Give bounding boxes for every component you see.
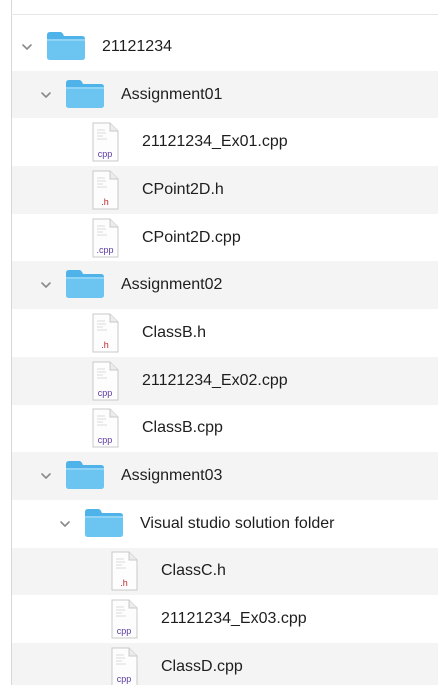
chevron-down-icon[interactable]	[59, 517, 71, 529]
cpp-file-icon: cpp	[90, 408, 120, 448]
folder-label: Assignment02	[121, 276, 223, 294]
file-label: ClassC.h	[161, 562, 226, 580]
file-row[interactable]: cpp ClassB.cpp	[12, 405, 438, 453]
file-extension-tag: cpp	[116, 626, 132, 637]
file-extension-tag: cpp	[97, 435, 113, 446]
chevron-down-icon[interactable]	[21, 40, 33, 52]
folder-row[interactable]: 21121234	[12, 23, 438, 71]
folder-icon	[65, 269, 105, 299]
folder-row[interactable]: Assignment02	[12, 261, 438, 310]
cpp-file-icon: cpp	[109, 647, 139, 685]
cpp-file-icon: cpp	[109, 599, 139, 639]
file-row[interactable]: cpp 21121234_Ex01.cpp	[12, 118, 438, 166]
file-row[interactable]: .h ClassC.h	[12, 547, 438, 596]
file-row[interactable]: cpp 21121234_Ex03.cpp	[12, 595, 438, 643]
file-label: CPoint2D.h	[142, 180, 224, 198]
file-label: 21121234_Ex03.cpp	[161, 610, 307, 628]
header-divider	[11, 14, 438, 15]
file-row[interactable]: cpp 21121234_Ex02.cpp	[12, 356, 438, 405]
file-label: ClassB.cpp	[142, 419, 223, 437]
file-extension-tag: cpp	[97, 149, 113, 160]
file-extension-tag: .h	[101, 339, 109, 350]
file-label: 21121234_Ex01.cpp	[142, 133, 288, 151]
folder-row[interactable]: Visual studio solution folder	[12, 500, 438, 548]
folder-icon	[65, 460, 105, 490]
file-row[interactable]: .cpp CPoint2D.cpp	[12, 214, 438, 262]
header-file-icon: .h	[90, 313, 120, 353]
file-extension-tag: .cpp	[96, 244, 114, 255]
header-file-icon: .h	[109, 551, 139, 591]
folder-row[interactable]: Assignment01	[12, 70, 438, 119]
folder-label: Assignment01	[121, 85, 223, 103]
file-tree: 21121234 Assignment01 cpp 21121234_Ex01.cpp…	[12, 23, 438, 685]
file-row[interactable]: .h CPoint2D.h	[12, 166, 438, 214]
folder-icon	[84, 508, 124, 538]
file-label: 21121234_Ex02.cpp	[142, 371, 288, 389]
chevron-down-icon[interactable]	[40, 88, 52, 100]
file-extension-tag: cpp	[116, 673, 132, 684]
folder-icon	[65, 79, 105, 109]
file-row[interactable]: .h ClassB.h	[12, 309, 438, 357]
header-file-icon: .h	[90, 170, 120, 210]
cpp-file-icon: .cpp	[90, 218, 120, 258]
folder-label: 21121234	[102, 37, 172, 55]
folder-icon	[46, 31, 86, 61]
file-label: ClassB.h	[142, 323, 207, 341]
folder-label: Assignment03	[121, 467, 223, 485]
folder-label: Visual studio solution folder	[140, 514, 335, 532]
file-extension-tag: .h	[120, 578, 128, 589]
cpp-file-icon: cpp	[90, 361, 120, 401]
cpp-file-icon: cpp	[90, 122, 120, 162]
chevron-down-icon[interactable]	[40, 469, 52, 481]
file-row[interactable]: cpp ClassD.cpp	[12, 642, 438, 685]
chevron-down-icon[interactable]	[40, 278, 52, 290]
file-extension-tag: cpp	[97, 387, 113, 398]
file-label: ClassD.cpp	[161, 657, 243, 675]
file-label: CPoint2D.cpp	[142, 228, 241, 246]
folder-row[interactable]: Assignment03	[12, 452, 438, 500]
finder-list-view: 21121234 Assignment01 cpp 21121234_Ex01.cpp…	[0, 0, 438, 685]
file-extension-tag: .h	[101, 196, 109, 207]
